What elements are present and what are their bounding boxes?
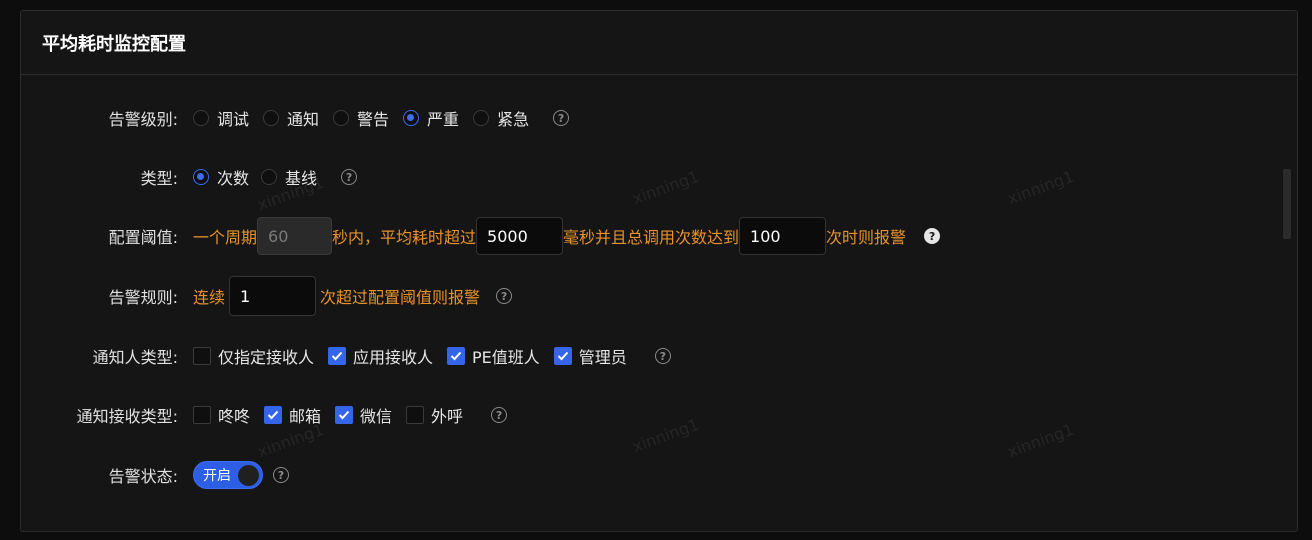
option-label: 严重 xyxy=(427,110,460,129)
type-row: 类型: 次数 基线 ? xyxy=(21,157,358,197)
checkbox-checked-icon[interactable] xyxy=(264,406,283,424)
alert-level-label: 告警级别: xyxy=(108,110,178,129)
watermark: xinning1 xyxy=(1004,419,1077,462)
notify-channel-label: 通知接收类型: xyxy=(76,407,178,426)
option-label: 仅指定接收人 xyxy=(218,348,315,367)
alert-level-option-urgent[interactable]: 紧急 xyxy=(473,106,529,130)
notify-channel-option-email[interactable]: 邮箱 xyxy=(264,403,321,427)
toggle-knob xyxy=(238,464,259,486)
status-toggle[interactable]: 开启 xyxy=(193,461,263,489)
option-label: 基线 xyxy=(285,169,318,188)
type-option-baseline[interactable]: 基线 xyxy=(261,165,317,189)
notify-channel-row: 通知接收类型: 咚咚 邮箱 微信 外呼 ? xyxy=(21,395,508,435)
watermark: xinning1 xyxy=(629,166,702,209)
help-icon[interactable]: ? xyxy=(496,288,513,304)
option-label: 调试 xyxy=(217,110,250,129)
status-label: 告警状态: xyxy=(108,467,178,486)
alert-level-option-warning[interactable]: 警告 xyxy=(333,106,389,130)
count-input[interactable] xyxy=(739,217,827,255)
rule-text-consecutive: 连续 xyxy=(193,288,226,307)
option-label: 微信 xyxy=(360,407,393,426)
type-option-count[interactable]: 次数 xyxy=(193,165,249,189)
checkbox-checked-icon[interactable] xyxy=(447,347,466,365)
threshold-text-period: 一个周期 xyxy=(193,228,258,247)
radio-checked-icon[interactable] xyxy=(403,110,420,126)
help-icon[interactable]: ? xyxy=(924,228,941,244)
option-label: PE值班人 xyxy=(472,348,540,367)
config-panel: 平均耗时监控配置 告警级别: 调试 通知 警告 严重 紧急 ? 类型: 次数 基… xyxy=(20,10,1298,532)
checkbox-icon[interactable] xyxy=(406,406,425,424)
alert-level-option-severe[interactable]: 严重 xyxy=(403,106,459,130)
notify-channel-option-wechat[interactable]: 微信 xyxy=(335,403,392,427)
help-icon[interactable]: ? xyxy=(491,407,508,423)
checkbox-checked-icon[interactable] xyxy=(328,347,347,365)
threshold-text-alarm: 次时则报警 xyxy=(826,228,907,247)
type-label: 类型: xyxy=(140,169,178,188)
help-icon[interactable]: ? xyxy=(553,110,570,126)
option-label: 外呼 xyxy=(431,407,464,426)
radio-icon[interactable] xyxy=(261,169,278,185)
checkbox-icon[interactable] xyxy=(193,347,211,365)
notify-people-option-admin[interactable]: 管理员 xyxy=(553,344,627,368)
radio-icon[interactable] xyxy=(333,110,350,126)
help-icon[interactable]: ? xyxy=(341,169,358,185)
checkbox-checked-icon[interactable] xyxy=(553,347,572,365)
panel-header: 平均耗时监控配置 xyxy=(21,11,1297,75)
radio-icon[interactable] xyxy=(473,110,490,126)
rule-text-alarm: 次超过配置阈值则报警 xyxy=(320,288,481,307)
scrollbar[interactable] xyxy=(1283,169,1291,239)
help-icon[interactable]: ? xyxy=(654,348,671,364)
checkbox-icon[interactable] xyxy=(193,406,211,424)
watermark: xinning1 xyxy=(629,414,702,457)
option-label: 通知 xyxy=(287,110,320,129)
threshold-row: 配置阈值: 一个周期 秒内，平均耗时超过 毫秒并且总调用次数达到 次时则报警 ? xyxy=(21,216,941,256)
alert-level-option-debug[interactable]: 调试 xyxy=(193,106,249,130)
notify-channel-option-dongdong[interactable]: 咚咚 xyxy=(193,403,250,427)
notify-people-label: 通知人类型: xyxy=(92,348,178,367)
status-row: 告警状态: 开启 ? xyxy=(21,455,289,495)
rule-label: 告警规则: xyxy=(108,288,178,307)
notify-people-row: 通知人类型: 仅指定接收人 应用接收人 PE值班人 管理员 ? xyxy=(21,336,671,376)
notify-people-option-specified[interactable]: 仅指定接收人 xyxy=(193,344,314,368)
rule-row: 告警规则: 连续 次超过配置阈值则报警 ? xyxy=(21,276,513,316)
radio-icon[interactable] xyxy=(263,110,280,126)
notify-people-option-app[interactable]: 应用接收人 xyxy=(328,344,433,368)
watermark: xinning1 xyxy=(1004,166,1077,209)
option-label: 咚咚 xyxy=(218,407,251,426)
alert-level-row: 告警级别: 调试 通知 警告 严重 紧急 ? xyxy=(21,98,570,138)
option-label: 应用接收人 xyxy=(353,348,434,367)
panel-title: 平均耗时监控配置 xyxy=(42,33,186,55)
alert-level-option-notice[interactable]: 通知 xyxy=(263,106,319,130)
option-label: 邮箱 xyxy=(289,407,322,426)
period-input xyxy=(257,217,333,255)
toggle-label: 开启 xyxy=(203,468,231,484)
option-label: 管理员 xyxy=(578,348,627,367)
option-label: 紧急 xyxy=(497,110,530,129)
consecutive-input[interactable] xyxy=(229,276,317,316)
notify-channel-option-call[interactable]: 外呼 xyxy=(406,403,463,427)
radio-checked-icon[interactable] xyxy=(193,169,209,185)
checkbox-checked-icon[interactable] xyxy=(335,406,354,424)
threshold-text-latency: 秒内，平均耗时超过 xyxy=(332,228,477,247)
option-label: 警告 xyxy=(357,110,390,129)
radio-icon[interactable] xyxy=(193,110,209,126)
threshold-label: 配置阈值: xyxy=(108,228,178,247)
help-icon[interactable]: ? xyxy=(273,467,289,483)
notify-people-option-pe[interactable]: PE值班人 xyxy=(447,344,540,368)
threshold-text-count: 毫秒并且总调用次数达到 xyxy=(563,228,740,247)
latency-input[interactable] xyxy=(476,217,564,255)
option-label: 次数 xyxy=(217,169,250,188)
